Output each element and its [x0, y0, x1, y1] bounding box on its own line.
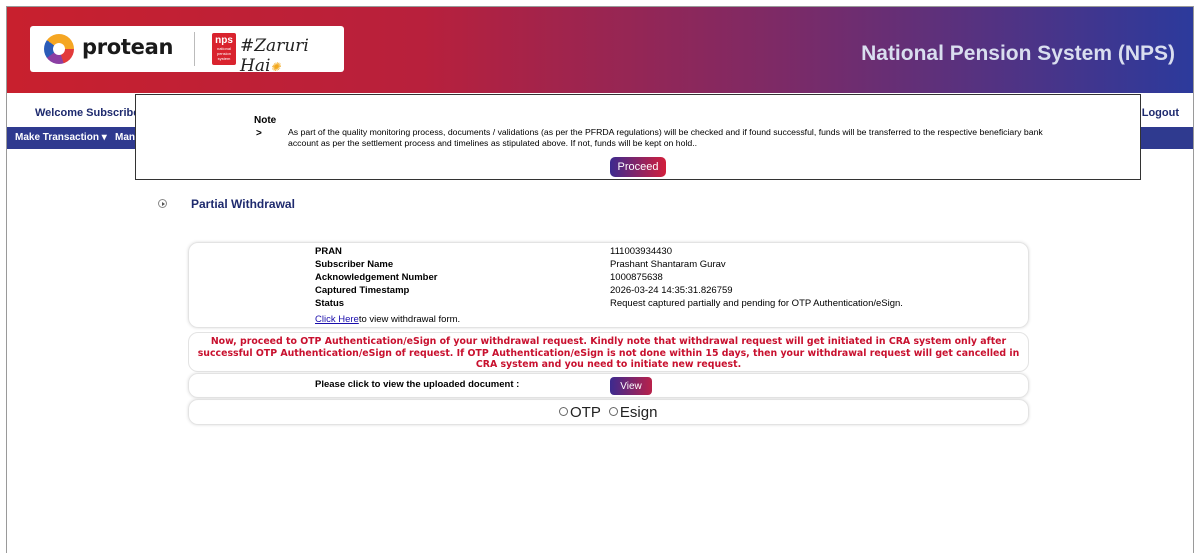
site-header: protean nps national pension system #Zar…	[7, 7, 1193, 93]
warning-message: Now, proceed to OTP Authentication/eSign…	[188, 332, 1029, 372]
detail-label-status: Status	[315, 298, 345, 309]
detail-value-ack-number: 1000875638	[610, 272, 663, 283]
detail-value-subscriber-name: Prashant Shantaram Gurav	[610, 259, 726, 270]
logo-banner: protean nps national pension system #Zar…	[30, 26, 344, 76]
note-text: As part of the quality monitoring proces…	[288, 127, 1043, 148]
site-title: National Pension System (NPS)	[861, 42, 1175, 65]
page-title-text: Partial Withdrawal	[191, 197, 295, 211]
auth-method-row: OTP Esign	[188, 399, 1029, 425]
browser-frame: protean nps national pension system #Zar…	[6, 6, 1194, 553]
welcome-text: Welcome Subscriber-	[35, 107, 148, 119]
nps-badge-subtext: national pension system	[216, 46, 231, 61]
document-label: Please click to view the uploaded docume…	[315, 379, 520, 390]
logo-divider	[194, 32, 195, 66]
nav-item-label: Make Transaction	[15, 132, 99, 143]
detail-value-pran: 111003934430	[610, 246, 672, 257]
sun-icon: ✺	[270, 60, 281, 74]
proceed-button[interactable]: Proceed	[610, 157, 666, 177]
auth-options: OTP Esign	[559, 404, 657, 421]
detail-label-timestamp: Captured Timestamp	[315, 285, 410, 296]
note-modal: Note > As part of the quality monitoring…	[135, 94, 1141, 180]
click-here-link[interactable]: Click Here	[315, 314, 359, 325]
esign-radio[interactable]	[608, 407, 618, 416]
circle-arrow-icon	[158, 199, 167, 208]
view-document-button[interactable]: View	[610, 377, 652, 395]
detail-value-timestamp: 2026-03-24 14:35:31.826759	[610, 285, 733, 296]
otp-radio[interactable]	[559, 407, 568, 416]
link-suffix: to view withdrawal form.	[358, 314, 461, 325]
note-title: Note	[254, 115, 277, 126]
detail-value-status: Request captured partially and pending f…	[610, 298, 903, 309]
otp-label: OTP	[570, 404, 601, 421]
page-title: Partial Withdrawal	[158, 197, 295, 211]
protean-logo-icon	[44, 34, 74, 64]
detail-label-subscriber-name: Subscriber Name	[315, 259, 394, 270]
withdrawal-form-link-row: Click Hereto view withdrawal form.	[315, 314, 460, 325]
logout-link[interactable]: | Logout	[1136, 107, 1179, 119]
tagline: #Zaruri Hai✺	[240, 36, 344, 76]
detail-label-pran: PRAN	[315, 246, 342, 257]
arrow-icon: >	[256, 128, 262, 139]
chevron-down-icon: ▾	[101, 132, 107, 143]
nps-badge-text: nps	[215, 35, 233, 46]
detail-label-ack-number: Acknowledgement Number	[315, 272, 438, 283]
main-content: Partial Withdrawal PRAN 111003934430 Sub…	[7, 149, 1193, 553]
nps-logo-icon: nps national pension system	[212, 33, 236, 65]
document-row: Please click to view the uploaded docume…	[188, 373, 1029, 398]
nav-item-make-transaction[interactable]: Make Transaction ▾	[15, 132, 107, 143]
details-panel: PRAN 111003934430 Subscriber Name Prasha…	[188, 242, 1029, 328]
esign-label: Esign	[619, 404, 658, 421]
brand-name: protean	[82, 35, 174, 59]
